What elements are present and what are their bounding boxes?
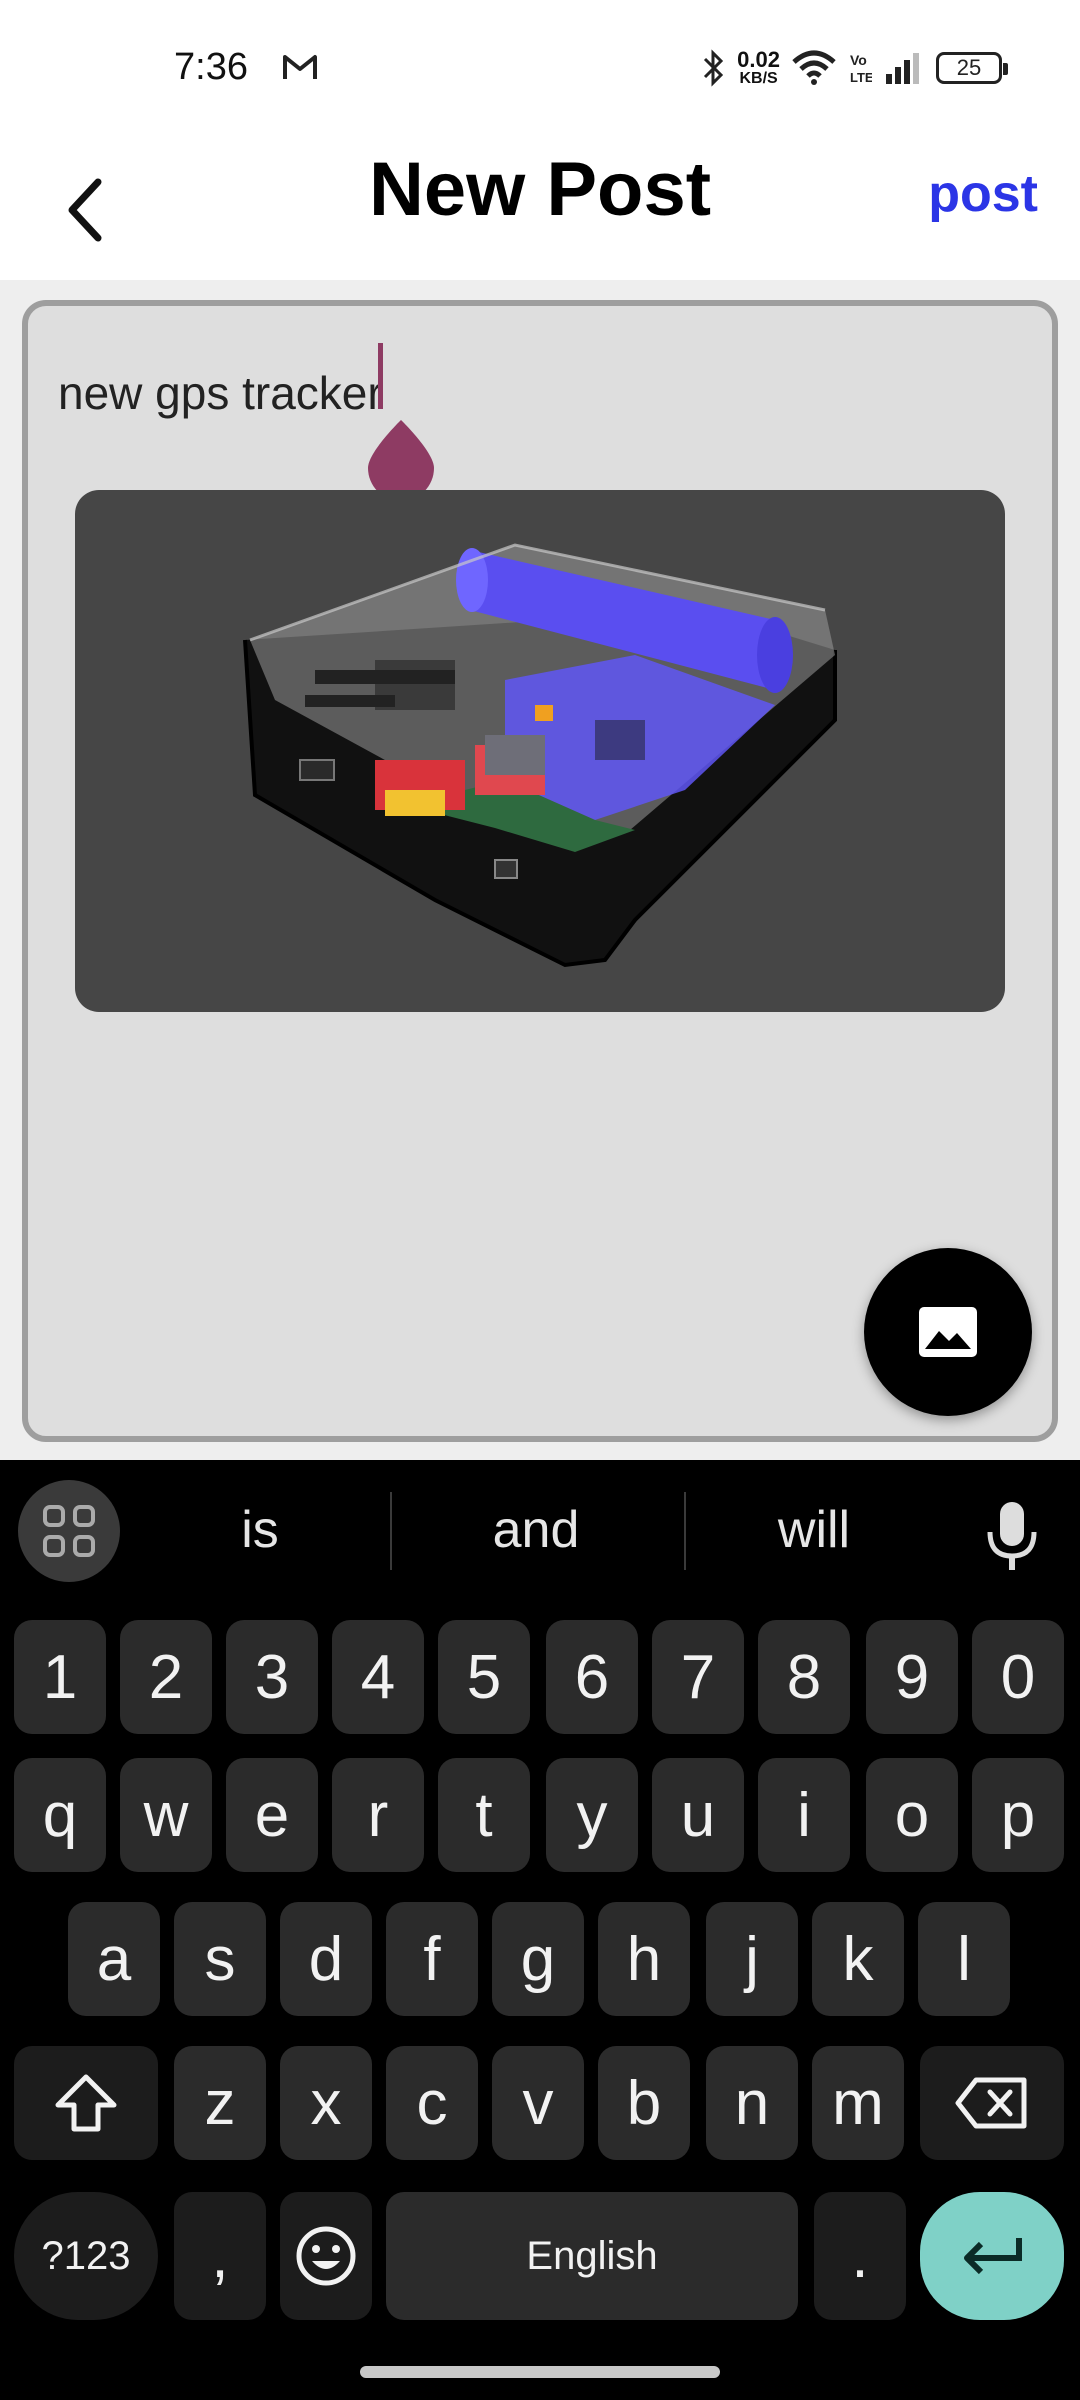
key-p[interactable]: p: [972, 1758, 1064, 1872]
page-title: New Post: [368, 147, 712, 232]
attached-image: [75, 490, 1005, 1012]
key-d[interactable]: d: [280, 1902, 372, 2016]
comma-key[interactable]: ,: [174, 2192, 266, 2320]
mic-icon[interactable]: [982, 1496, 1042, 1576]
key-5[interactable]: 5: [438, 1620, 530, 1734]
key-b[interactable]: b: [598, 2046, 690, 2160]
key-g[interactable]: g: [492, 1902, 584, 2016]
suggestion-bar: is and will: [0, 1460, 1080, 1600]
key-q[interactable]: q: [14, 1758, 106, 1872]
key-j[interactable]: j: [706, 1902, 798, 2016]
key-n[interactable]: n: [706, 2046, 798, 2160]
key-9[interactable]: 9: [866, 1620, 958, 1734]
shift-key[interactable]: [14, 2046, 158, 2160]
key-i[interactable]: i: [758, 1758, 850, 1872]
text-caret: [378, 343, 383, 409]
gmail-icon: [283, 55, 317, 79]
key-z[interactable]: z: [174, 2046, 266, 2160]
backspace-icon: [955, 2077, 1027, 2129]
svg-text:Vo: Vo: [850, 52, 867, 68]
key-t[interactable]: t: [438, 1758, 530, 1872]
key-8[interactable]: 8: [758, 1620, 850, 1734]
volte-icon: Vo LTE: [850, 52, 872, 85]
key-m[interactable]: m: [812, 2046, 904, 2160]
home-indicator[interactable]: [360, 2366, 720, 2378]
soft-keyboard: is and will 1 2 3 4 5 6 7 8 9 0 q w e r …: [0, 1460, 1080, 2400]
key-a[interactable]: a: [68, 1902, 160, 2016]
key-u[interactable]: u: [652, 1758, 744, 1872]
key-1[interactable]: 1: [14, 1620, 106, 1734]
key-f[interactable]: f: [386, 1902, 478, 2016]
net-speed-unit: KB/S: [739, 70, 778, 87]
enter-icon: [964, 2238, 1022, 2275]
key-s[interactable]: s: [174, 1902, 266, 2016]
key-e[interactable]: e: [226, 1758, 318, 1872]
suggestion-divider: [390, 1492, 392, 1570]
space-key-label: English: [526, 2233, 658, 2278]
enter-key[interactable]: [920, 2192, 1064, 2320]
key-y[interactable]: y: [546, 1758, 638, 1872]
keyboard-apps-button[interactable]: [18, 1480, 120, 1582]
suggestion-1[interactable]: is: [130, 1500, 390, 1560]
bluetooth-icon: [704, 49, 724, 87]
suggestion-3[interactable]: will: [684, 1500, 944, 1560]
post-text-input[interactable]: new gps tracker: [58, 366, 383, 420]
period-key[interactable]: .: [814, 2192, 906, 2320]
post-button[interactable]: post: [928, 164, 1038, 224]
suggestion-2[interactable]: and: [406, 1500, 666, 1560]
gps-tracker-device-illustration: [243, 543, 837, 968]
key-x[interactable]: x: [280, 2046, 372, 2160]
caret-handle-icon[interactable]: [368, 418, 434, 500]
status-bar: 7:36 0.02 KB/S Vo LTE 25: [0, 0, 1080, 140]
backspace-key[interactable]: [920, 2046, 1064, 2160]
space-key[interactable]: English: [386, 2192, 798, 2320]
net-speed: 0.02 KB/S: [737, 49, 780, 87]
key-v[interactable]: v: [492, 2046, 584, 2160]
key-k[interactable]: k: [812, 1902, 904, 2016]
key-o[interactable]: o: [866, 1758, 958, 1872]
add-image-button[interactable]: [864, 1248, 1032, 1416]
symbols-key[interactable]: ?123: [14, 2192, 158, 2320]
key-w[interactable]: w: [120, 1758, 212, 1872]
key-3[interactable]: 3: [226, 1620, 318, 1734]
key-0[interactable]: 0: [972, 1620, 1064, 1734]
net-speed-value: 0.02: [737, 47, 780, 72]
status-icons: 0.02 KB/S Vo LTE 25: [701, 44, 1008, 92]
emoji-key[interactable]: [280, 2192, 372, 2320]
key-c[interactable]: c: [386, 2046, 478, 2160]
image-icon: [919, 1307, 977, 1357]
status-time: 7:36: [174, 46, 248, 88]
shift-icon: [55, 2074, 117, 2132]
key-l[interactable]: l: [918, 1902, 1010, 2016]
battery-level: 25: [956, 55, 982, 80]
key-6[interactable]: 6: [546, 1620, 638, 1734]
key-h[interactable]: h: [598, 1902, 690, 2016]
signal-icon: [886, 53, 919, 84]
emoji-icon: [296, 2226, 356, 2286]
key-2[interactable]: 2: [120, 1620, 212, 1734]
battery-icon: 25: [936, 52, 1008, 84]
key-r[interactable]: r: [332, 1758, 424, 1872]
grid-icon: [43, 1505, 95, 1557]
wifi-icon: [792, 50, 836, 85]
key-4[interactable]: 4: [332, 1620, 424, 1734]
svg-text:LTE: LTE: [850, 70, 872, 85]
key-7[interactable]: 7: [652, 1620, 744, 1734]
